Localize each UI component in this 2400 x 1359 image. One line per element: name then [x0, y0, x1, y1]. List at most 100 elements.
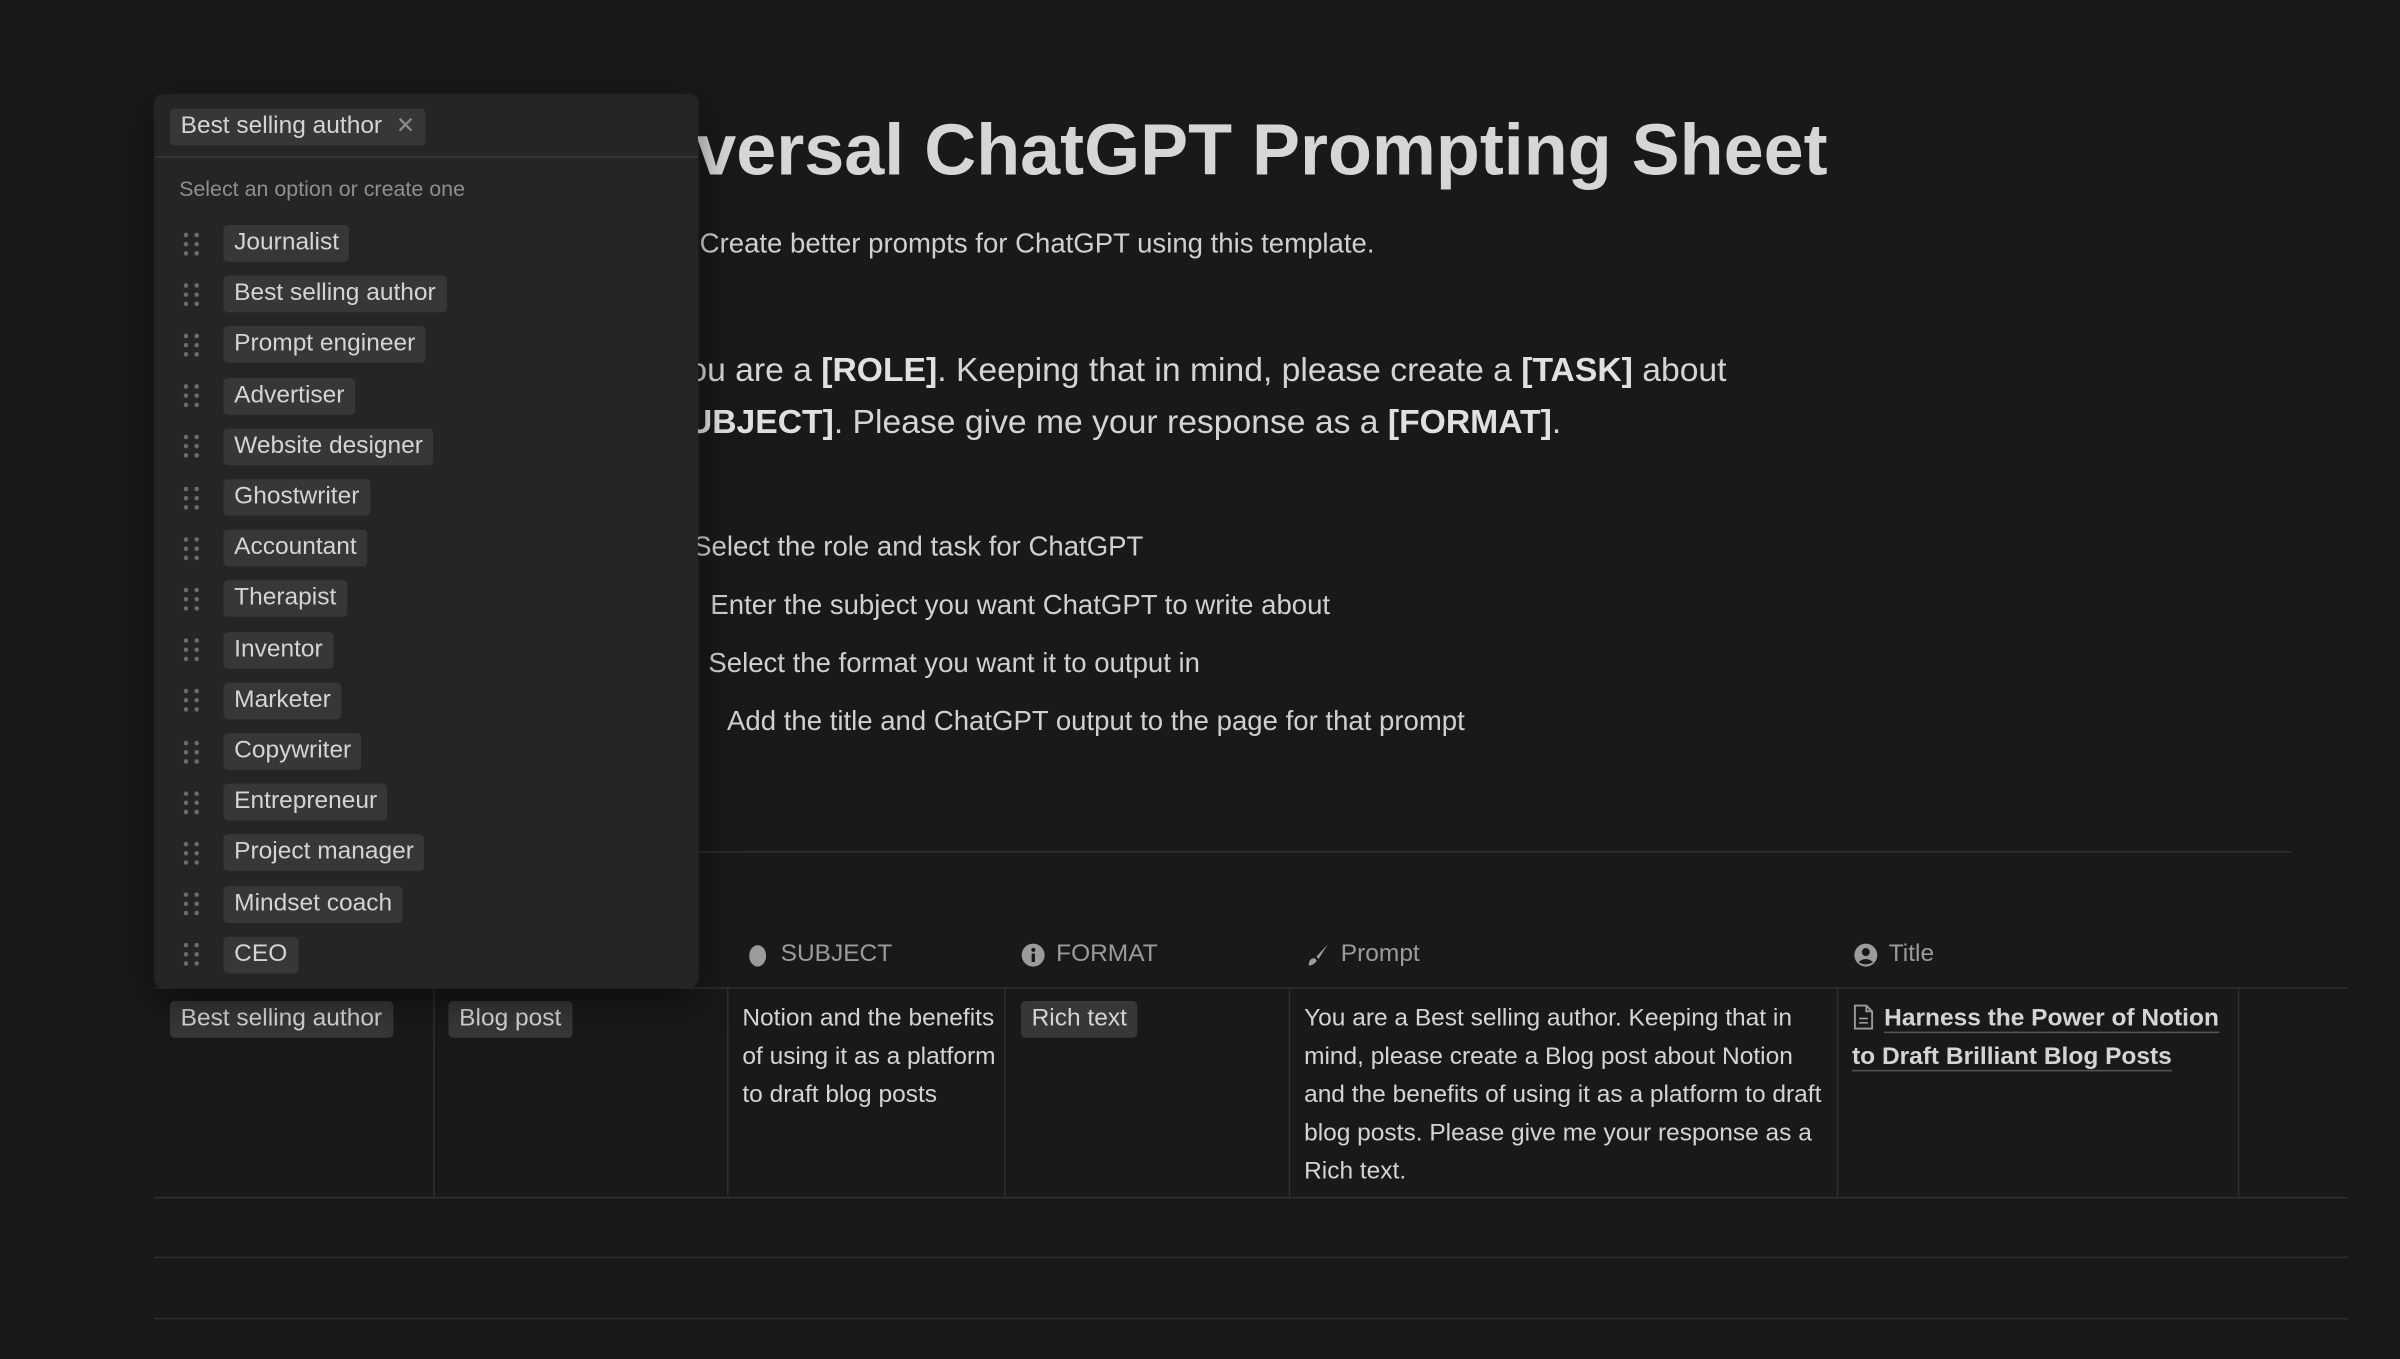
- drag-handle-icon[interactable]: [183, 536, 199, 560]
- option-tag: Marketer: [223, 682, 342, 720]
- header-format[interactable]: FORMAT: [1021, 941, 1158, 969]
- dropdown-option[interactable]: Copywriter: [155, 729, 698, 775]
- option-tag: Mindset coach: [223, 885, 403, 923]
- option-tag: Best selling author: [223, 275, 447, 313]
- dropdown-option[interactable]: Mindset coach: [155, 881, 698, 927]
- option-tag: CEO: [223, 936, 298, 974]
- info-icon: [1021, 943, 1045, 967]
- template-line-1: You are a [ROLE]. Keeping that in mind, …: [669, 351, 1727, 391]
- text: . Keeping that in mind, please create a: [937, 350, 1522, 389]
- page-title: Universal ChatGPT Prompting Sheet: [580, 108, 1828, 190]
- header-label: SUBJECT: [780, 941, 893, 968]
- dropdown-option[interactable]: Website designer: [155, 424, 698, 470]
- drag-handle-icon[interactable]: [183, 740, 199, 764]
- header-label: FORMAT: [1056, 941, 1158, 968]
- dropdown-option[interactable]: Project manager: [155, 830, 698, 876]
- drag-handle-icon[interactable]: [183, 943, 199, 967]
- selected-values[interactable]: Best selling author ✕: [154, 95, 698, 158]
- header-prompt[interactable]: Prompt: [1306, 941, 1420, 969]
- format-cell[interactable]: Rich text: [1020, 999, 1138, 1038]
- drag-handle-icon[interactable]: [183, 892, 199, 916]
- format-tag: Rich text: [1020, 1001, 1138, 1038]
- dropdown-option[interactable]: Entrepreneur: [155, 779, 698, 825]
- option-tag: Advertiser: [223, 377, 356, 415]
- step-4: Add the title and ChatGPT output to the …: [727, 705, 1465, 737]
- option-tag: Website designer: [223, 428, 434, 465]
- drag-handle-icon[interactable]: [183, 231, 199, 255]
- drag-handle-icon[interactable]: [183, 282, 199, 306]
- paintbrush-icon: [1308, 944, 1328, 966]
- column-divider: [1004, 988, 1006, 1197]
- text: .: [1551, 402, 1562, 441]
- task-placeholder: [TASK]: [1521, 350, 1633, 389]
- document-icon: [1853, 1004, 1874, 1030]
- dropdown-option[interactable]: Advertiser: [155, 373, 698, 419]
- dropdown-option[interactable]: Marketer: [155, 678, 698, 724]
- page-link[interactable]: Harness the Power of Notion to Draft Bri…: [1852, 1005, 2219, 1072]
- option-tag: Therapist: [223, 580, 347, 618]
- task-tag: Blog post: [448, 1001, 573, 1038]
- template-line-2: [SUBJECT]. Please give me your response …: [654, 403, 1561, 443]
- option-tag: Inventor: [223, 631, 334, 669]
- dropdown-option[interactable]: CEO: [155, 932, 698, 978]
- option-tag: Project manager: [223, 834, 425, 872]
- role-tag: Best selling author: [169, 1001, 393, 1038]
- dropdown-option[interactable]: Accountant: [155, 525, 698, 571]
- drag-handle-icon[interactable]: [183, 485, 199, 509]
- format-placeholder: [FORMAT]: [1387, 402, 1552, 441]
- select-dropdown[interactable]: Best selling author ✕ Select an option o…: [154, 94, 698, 988]
- dropdown-option[interactable]: Best selling author: [155, 271, 698, 317]
- column-divider: [727, 988, 729, 1197]
- text: about: [1632, 350, 1727, 389]
- column-divider: [1836, 988, 1839, 1197]
- header-label: Prompt: [1340, 941, 1420, 968]
- column-divider: [2237, 988, 2240, 1197]
- drag-handle-icon[interactable]: [183, 841, 199, 865]
- option-tag: Copywriter: [223, 733, 362, 770]
- drag-handle-icon[interactable]: [183, 384, 199, 408]
- dropdown-option[interactable]: Ghostwriter: [155, 474, 698, 520]
- column-divider: [1288, 988, 1291, 1197]
- step-3: Select the format you want it to output …: [708, 647, 1200, 679]
- user-circle-icon: [1854, 943, 1878, 967]
- step-2: Enter the subject you want ChatGPT to wr…: [710, 589, 1331, 620]
- task-cell[interactable]: Blog post: [448, 999, 573, 1038]
- drag-handle-icon[interactable]: [183, 689, 199, 713]
- role-placeholder: [ROLE]: [821, 350, 938, 389]
- dropdown-option[interactable]: Therapist: [155, 576, 698, 622]
- step-1: Select the role and task for ChatGPT: [693, 531, 1144, 562]
- subject-cell[interactable]: Notion and the benefits of using it as a…: [742, 999, 996, 1114]
- egg-icon: [749, 945, 767, 967]
- drag-handle-icon[interactable]: [183, 638, 199, 662]
- header-subject[interactable]: SUBJECT: [745, 941, 892, 969]
- drag-handle-icon[interactable]: [183, 587, 199, 611]
- option-tag: Ghostwriter: [223, 479, 371, 516]
- title-cell[interactable]: Harness the Power of Notion to Draft Bri…: [1852, 999, 2219, 1076]
- prompt-cell[interactable]: You are a Best selling author. Keeping t…: [1304, 999, 1827, 1190]
- dropdown-option[interactable]: Prompt engineer: [155, 322, 698, 368]
- option-tag: Entrepreneur: [223, 783, 388, 821]
- role-cell[interactable]: Best selling author: [169, 999, 393, 1038]
- empty-row[interactable]: [154, 1256, 2348, 1259]
- header-label: Title: [1888, 941, 1935, 968]
- text: . Please give me your response as a: [833, 402, 1388, 441]
- row-border: [154, 1196, 2348, 1199]
- drag-handle-icon[interactable]: [183, 333, 199, 357]
- drag-handle-icon[interactable]: [183, 790, 199, 814]
- dropdown-hint: Select an option or create one: [179, 176, 465, 201]
- option-tag: Accountant: [223, 529, 368, 567]
- column-divider: [433, 988, 435, 1197]
- drag-handle-icon[interactable]: [183, 435, 199, 459]
- notion-page: Universal ChatGPT Prompting Sheet Create…: [0, 0, 2400, 1359]
- option-tag: Prompt engineer: [223, 326, 426, 364]
- header-title[interactable]: Title: [1854, 941, 1935, 969]
- table-header-border: [154, 987, 2348, 989]
- dropdown-option[interactable]: Inventor: [155, 627, 698, 673]
- option-tag: Journalist: [223, 224, 350, 262]
- empty-row[interactable]: [154, 1317, 2348, 1320]
- page-subtitle: Create better prompts for ChatGPT using …: [699, 228, 1375, 259]
- selected-tag[interactable]: Best selling author ✕: [169, 108, 426, 146]
- selected-tag-label: Best selling author: [180, 113, 383, 140]
- remove-tag-icon[interactable]: ✕: [396, 112, 415, 143]
- dropdown-option[interactable]: Journalist: [155, 220, 698, 266]
